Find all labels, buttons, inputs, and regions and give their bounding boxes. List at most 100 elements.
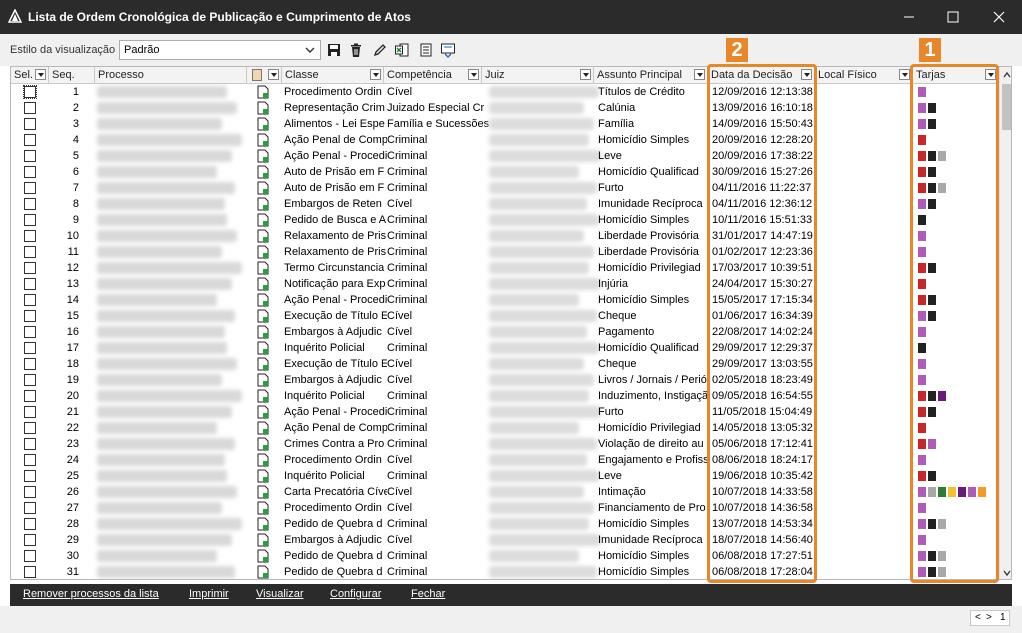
remove-processes-button[interactable]: Remover processos da lista <box>23 588 159 600</box>
minimize-button[interactable] <box>886 0 932 34</box>
document-icon[interactable] <box>257 101 269 115</box>
edit-icon[interactable] <box>372 42 388 58</box>
document-icon[interactable] <box>257 405 269 419</box>
column-filter-dropdown[interactable] <box>580 69 591 80</box>
document-icon[interactable] <box>257 501 269 515</box>
row-select-checkbox[interactable] <box>24 454 36 466</box>
table-row[interactable]: 29 Embargos à Adjudic Cível Imunidade Recíp… <box>11 532 999 548</box>
vertical-scrollbar[interactable] <box>999 67 1012 579</box>
table-row[interactable]: 14 Ação Penal - Procedi Criminal Homicídio … <box>11 292 999 308</box>
table-row[interactable]: 2 Representação Crim Juizado Especial Cr Ca… <box>11 100 999 116</box>
document-icon[interactable] <box>257 517 269 531</box>
document-icon[interactable] <box>257 309 269 323</box>
row-select-checkbox[interactable] <box>24 566 36 578</box>
document-icon[interactable] <box>257 325 269 339</box>
export-excel-icon[interactable] <box>394 42 410 58</box>
document-icon[interactable] <box>257 341 269 355</box>
pager-next-icon[interactable]: > <box>986 612 992 623</box>
column-filter-dropdown[interactable] <box>370 69 381 80</box>
table-row[interactable]: 9 Pedido de Busca e A Criminal Homicídio Si… <box>11 212 999 228</box>
save-icon[interactable] <box>326 42 342 58</box>
document-icon[interactable] <box>257 277 269 291</box>
pager[interactable]: < > 1 <box>970 610 1010 626</box>
table-row[interactable]: 25 Inquérito Policial Criminal Leve 19/06/20… <box>11 468 999 484</box>
row-select-checkbox[interactable] <box>24 118 36 130</box>
document-icon[interactable] <box>257 261 269 275</box>
column-filter-dropdown[interactable] <box>899 69 910 80</box>
table-row[interactable]: 10 Relaxamento de Pris Criminal Liberdade P… <box>11 228 999 244</box>
scroll-up-icon[interactable] <box>1002 70 1012 80</box>
table-row[interactable]: 3 Alimentos - Lei Espe Família e Sucessões… <box>11 116 999 132</box>
row-select-checkbox[interactable] <box>24 310 36 322</box>
table-row[interactable]: 24 Procedimento Ordin Cível Engajamento e P… <box>11 452 999 468</box>
table-row[interactable]: 27 Procedimento Ordin Cível Financiamento d… <box>11 500 999 516</box>
table-row[interactable]: 8 Embargos de Reten Cível Imunidade Recípro… <box>11 196 999 212</box>
column-header-local[interactable]: Local Físico <box>815 67 913 84</box>
scrollbar-thumb[interactable] <box>1002 84 1011 130</box>
row-select-checkbox[interactable] <box>24 198 36 210</box>
column-header-sel[interactable]: Sel. <box>11 67 49 84</box>
style-select[interactable]: Padrão <box>119 40 321 60</box>
row-select-checkbox[interactable] <box>24 518 36 530</box>
row-select-checkbox[interactable] <box>24 550 36 562</box>
row-select-checkbox[interactable] <box>24 406 36 418</box>
row-select-checkbox[interactable] <box>24 502 36 514</box>
table-row[interactable]: 19 Embargos à Adjudic Cível Livros / Jornai… <box>11 372 999 388</box>
column-header-docicon[interactable] <box>247 67 282 84</box>
document-icon[interactable] <box>257 245 269 259</box>
document-icon[interactable] <box>257 85 269 99</box>
document-icon[interactable] <box>257 165 269 179</box>
row-select-checkbox[interactable] <box>24 182 36 194</box>
table-row[interactable]: 13 Notificação para Exp Criminal Injúria 24/… <box>11 276 999 292</box>
column-filter-dropdown[interactable] <box>268 69 279 80</box>
document-icon[interactable] <box>257 485 269 499</box>
table-row[interactable]: 22 Ação Penal de Comp Criminal Homicídio Pr… <box>11 420 999 436</box>
table-row[interactable]: 17 Inquérito Policial Criminal Homicídio Qu… <box>11 340 999 356</box>
scroll-down-icon[interactable] <box>1002 568 1012 578</box>
row-select-checkbox[interactable] <box>24 134 36 146</box>
document-icon[interactable] <box>257 373 269 387</box>
row-select-checkbox[interactable] <box>24 102 36 114</box>
close-list-button[interactable]: Fechar <box>411 588 445 600</box>
document-icon[interactable] <box>257 389 269 403</box>
row-select-checkbox[interactable] <box>24 326 36 338</box>
table-row[interactable]: 6 Auto de Prisão em F Criminal Homicídio Qu… <box>11 164 999 180</box>
table-row[interactable]: 21 Ação Penal - Procedi Criminal Furto 11/05… <box>11 404 999 420</box>
view-button[interactable]: Visualizar <box>256 588 304 600</box>
document-icon[interactable] <box>257 197 269 211</box>
document-filter-icon[interactable] <box>252 69 262 81</box>
row-select-checkbox[interactable] <box>24 486 36 498</box>
column-header-processo[interactable]: Processo <box>95 67 247 84</box>
row-select-checkbox[interactable] <box>24 390 36 402</box>
document-icon[interactable] <box>257 549 269 563</box>
row-select-checkbox[interactable] <box>24 230 36 242</box>
column-filter-dropdown[interactable] <box>35 69 46 80</box>
column-header-competencia[interactable]: Competência <box>384 67 482 84</box>
document-icon[interactable] <box>257 117 269 131</box>
close-button[interactable] <box>976 0 1022 34</box>
table-row[interactable]: 16 Embargos à Adjudic Cível Pagamento 22/08/… <box>11 324 999 340</box>
row-select-checkbox[interactable] <box>24 438 36 450</box>
column-filter-dropdown[interactable] <box>694 69 705 80</box>
row-select-checkbox[interactable] <box>24 422 36 434</box>
document-icon[interactable] <box>257 437 269 451</box>
column-header-juiz[interactable]: Juiz <box>482 67 594 84</box>
row-select-checkbox[interactable] <box>24 278 36 290</box>
column-filter-dropdown[interactable] <box>468 69 479 80</box>
document-icon[interactable] <box>257 213 269 227</box>
document-icon[interactable] <box>257 149 269 163</box>
row-select-checkbox[interactable] <box>24 342 36 354</box>
document-icon[interactable] <box>257 133 269 147</box>
table-row[interactable]: 18 Execução de Título E Cível Cheque 29/09/2… <box>11 356 999 372</box>
table-row[interactable]: 11 Relaxamento de Pris Criminal Liberdade P… <box>11 244 999 260</box>
table-row[interactable]: 12 Termo Circunstancia Criminal Homicídio P… <box>11 260 999 276</box>
document-icon[interactable] <box>257 453 269 467</box>
document-icon[interactable] <box>418 42 434 58</box>
row-select-checkbox[interactable] <box>24 374 36 386</box>
table-row[interactable]: 23 Crimes Contra a Pro Criminal Violação de… <box>11 436 999 452</box>
column-header-seq[interactable]: Seq. <box>49 67 95 84</box>
table-row[interactable]: 4 Ação Penal de Comp Criminal Homicídio Sim… <box>11 132 999 148</box>
maximize-button[interactable] <box>930 0 976 34</box>
table-row[interactable]: 1 Procedimento Ordin Cível Títulos de Crédi… <box>11 84 999 100</box>
document-icon[interactable] <box>257 421 269 435</box>
